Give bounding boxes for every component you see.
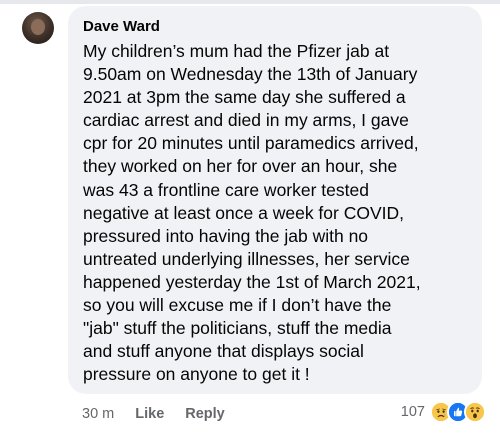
comment-text: My children’s mum had the Pfizer jab at … bbox=[83, 40, 472, 386]
top-divider bbox=[0, 0, 500, 4]
comment-timestamp[interactable]: 30 m bbox=[82, 406, 114, 422]
comment-line: negative at least once a week for COVID, bbox=[83, 202, 404, 223]
comment-bubble: Dave Ward My children’s mum had the Pfiz… bbox=[68, 6, 482, 394]
avatar-face bbox=[31, 19, 45, 35]
comment-actions: 30 m Like Reply bbox=[82, 404, 225, 424]
comment-line: 2021 at 3pm the same day she suffered a bbox=[83, 87, 406, 108]
reaction-icons bbox=[430, 401, 486, 423]
avatar[interactable] bbox=[22, 12, 54, 44]
comment-line: pressured into having the jab with no bbox=[83, 225, 369, 246]
comment-line: cpr for 20 minutes until paramedics arri… bbox=[83, 133, 419, 154]
reactions-summary[interactable]: 107 bbox=[401, 398, 486, 426]
comment-line: so you will excuse me if I don’t have th… bbox=[83, 295, 392, 316]
reply-button[interactable]: Reply bbox=[185, 406, 225, 422]
comment-line: was 43 a frontline care worker tested bbox=[83, 179, 369, 200]
comment-line: happened yesterday the 1st of March 2021… bbox=[83, 271, 421, 292]
comment-line: and stuff anyone that displays social bbox=[83, 341, 364, 362]
comment-line: "jab" stuff the politicians, stuff the m… bbox=[83, 318, 392, 339]
comment-line: cardiac arrest and died in my arms, I ga… bbox=[83, 110, 409, 131]
comment-line: they worked on her for over an hour, she bbox=[83, 156, 398, 177]
comment-author[interactable]: Dave Ward bbox=[83, 18, 472, 36]
comment-line: My children’s mum had the Pfizer jab at bbox=[83, 41, 390, 61]
comment-line: 9.50am on Wednesday the 13th of January bbox=[83, 64, 418, 85]
comment-line: pressure on anyone to get it ! bbox=[83, 364, 310, 385]
comment-line: untreated underlying illnesses, her serv… bbox=[83, 248, 410, 269]
wow-reaction-icon bbox=[464, 401, 486, 423]
like-button[interactable]: Like bbox=[135, 406, 164, 422]
reaction-count: 107 bbox=[400, 404, 425, 420]
